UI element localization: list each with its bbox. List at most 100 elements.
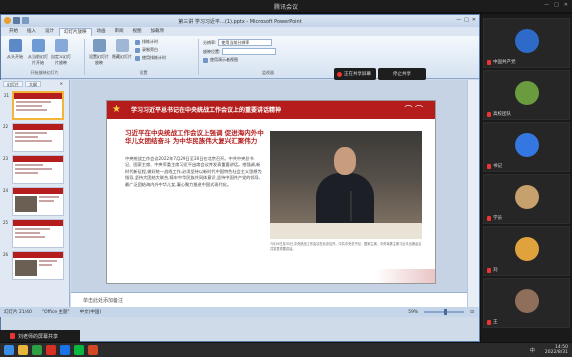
setup-small-buttons: 排练计时 录制旁白 使用排练计时 (135, 39, 166, 61)
rehearse-label: 排练计时 (142, 39, 158, 44)
close-pane-icon[interactable]: ✕ (57, 81, 66, 87)
zoom-slider[interactable] (424, 309, 465, 315)
notes-pane[interactable]: 单击此处添加备注 (71, 292, 467, 307)
hide-slide-icon (115, 39, 129, 52)
fit-window-icon[interactable]: ⊡ (470, 310, 474, 315)
photo-caption: 7月29日至30日,中央统战工作会议在北京召开。中共中央总书记、国家主席、中央军… (270, 242, 422, 251)
tab-addins[interactable]: 加载项 (147, 28, 169, 36)
ppt-minimize-icon[interactable]: — (456, 17, 461, 23)
from-beginning-button[interactable]: 从头开始 (5, 39, 25, 60)
slide-thumbnail[interactable]: 24 (3, 187, 64, 216)
desk (270, 223, 422, 239)
resolution-row: 分辨率: 使用当前分辨率 (203, 39, 276, 46)
wps-icon[interactable] (46, 345, 56, 355)
speaker-label-text: 刘老师的屏幕共享 (18, 333, 59, 340)
slide-number: 22 (3, 124, 9, 129)
avatar (515, 81, 539, 105)
from-current-button[interactable]: 从当前幻灯片开始 (28, 39, 48, 66)
share-status-text: 正在共享屏幕 (344, 72, 371, 77)
participant-name: 学员 (487, 215, 502, 221)
close-icon[interactable]: ✕ (564, 2, 568, 8)
powerpoint-icon[interactable] (88, 345, 98, 355)
slide-thumbnail-pane: 幻灯片 大纲 ✕ 21 22 23 24 25 26 (0, 80, 70, 307)
participant-tile[interactable]: 王 (483, 278, 570, 328)
participant-name-text: 王 (493, 320, 498, 325)
show-on-select[interactable] (222, 48, 277, 55)
explorer-icon[interactable] (18, 345, 28, 355)
undo-icon[interactable] (22, 17, 29, 24)
participant-tile[interactable]: 高校团队 (483, 70, 570, 120)
speaker-label: 刘老师的屏幕共享 (0, 330, 80, 342)
participant-tile[interactable]: 中国共产党 (483, 18, 570, 68)
meeting-app-icon[interactable] (60, 345, 70, 355)
use-timings-checkbox[interactable]: 使用排练计时 (135, 55, 166, 61)
tab-slides[interactable]: 幻灯片 (3, 81, 23, 87)
current-slide[interactable]: ★ 学习习近平总书记在中央统战工作会议上的重要讲话精神 ⌒ ⌒ 习近平在中央统战… (106, 100, 436, 284)
avatar (515, 29, 539, 53)
wechat-icon[interactable] (74, 345, 84, 355)
participant-name-text: 高校团队 (493, 112, 511, 117)
record-narration-button[interactable]: 录制旁白 (135, 47, 166, 53)
save-icon[interactable] (13, 17, 20, 24)
tab-home[interactable]: 开始 (5, 28, 22, 36)
from-current-label: 从当前幻灯片开始 (28, 54, 48, 65)
participant-tile[interactable]: 学员 (483, 174, 570, 224)
slide-heading: 习近平在中央统战工作会议上强调 促进海内外中华儿女团结奋斗 为中华民族伟大复兴汇… (125, 129, 264, 145)
resolution-select[interactable]: 使用当前分辨率 (218, 39, 273, 46)
ppt-maximize-icon[interactable]: □ (464, 17, 469, 23)
minimize-icon[interactable]: — (544, 2, 549, 8)
start-icon[interactable] (4, 345, 14, 355)
participant-name: 刘 (487, 267, 498, 273)
presenter-view-checkbox[interactable]: 使用演示者视图 (203, 57, 276, 63)
setup-show-label: 设置幻灯片放映 (89, 54, 109, 65)
custom-show-button[interactable]: 自定义幻灯片放映 (51, 39, 71, 66)
tab-design[interactable]: 设计 (41, 28, 58, 36)
vertical-scrollbar[interactable] (467, 80, 479, 307)
speaker-figure (316, 147, 374, 225)
stop-share-button[interactable]: 停止共享 (378, 68, 426, 80)
tab-slideshow[interactable]: 幻灯片放映 (59, 28, 92, 36)
slide-thumbnail[interactable]: 26 (3, 251, 64, 280)
show-on-row: 放映位置: (203, 48, 277, 55)
avatar (515, 185, 539, 209)
slide-thumbnail[interactable]: 22 (3, 123, 64, 152)
rehearse-timings-button[interactable]: 排练计时 (135, 39, 166, 45)
slideshow-start-icon (8, 39, 22, 52)
resolution-label: 分辨率: (203, 39, 217, 45)
show-on-label: 放映位置: (203, 48, 221, 54)
participant-name-text: 学员 (493, 216, 502, 221)
setup-show-button[interactable]: 设置幻灯片放映 (89, 39, 109, 66)
participant-tile[interactable]: 刘 (483, 226, 570, 276)
windows-taskbar: 中 14:50 2022/8/31 (0, 343, 572, 357)
screen-share-indicator: 正在共享屏幕 (334, 68, 376, 80)
clock-date: 2022/8/31 (544, 350, 568, 355)
tab-review[interactable]: 审阅 (111, 28, 128, 36)
tab-outline[interactable]: 大纲 (25, 81, 41, 87)
ime-indicator[interactable]: 中 (530, 347, 535, 354)
slide-thumbnail[interactable]: 23 (3, 155, 64, 184)
slide-number: 21 (4, 93, 10, 98)
maximize-icon[interactable]: □ (554, 2, 559, 8)
participant-tile[interactable]: 书记 (483, 122, 570, 172)
browser-icon[interactable] (32, 345, 42, 355)
slide-photo (270, 131, 422, 239)
zoom-handle[interactable] (444, 309, 448, 315)
hide-slide-button[interactable]: 隐藏幻灯片 (112, 39, 132, 60)
ppt-window-title: 第三讲 学习习近平…(1).pptx - Microsoft PowerPoin… (178, 18, 302, 25)
ppt-titlebar: 第三讲 学习习近平…(1).pptx - Microsoft PowerPoin… (1, 15, 479, 27)
slide-thumbnail[interactable]: 21 (4, 91, 64, 120)
slide-thumbnail[interactable]: 25 (3, 219, 64, 248)
group-label-setup: 设置 (139, 70, 148, 75)
from-beginning-label: 从头开始 (7, 54, 23, 59)
screen: 腾讯会议 — □ ✕ 第三讲 学习习近平…(1).pptx - Microsof… (0, 0, 572, 357)
slide-counter: 幻灯片 21/40 (4, 310, 32, 315)
tab-insert[interactable]: 插入 (23, 28, 40, 36)
tab-animation[interactable]: 动画 (93, 28, 110, 36)
participant-name: 中国共产党 (487, 59, 516, 65)
tab-view[interactable]: 视图 (129, 28, 146, 36)
system-clock[interactable]: 14:50 2022/8/31 (545, 345, 568, 355)
party-flag-icon: ★ (112, 104, 121, 115)
office-button-icon[interactable] (4, 17, 11, 24)
ppt-close-icon[interactable]: ✕ (472, 17, 476, 23)
checkbox-icon (135, 55, 140, 61)
